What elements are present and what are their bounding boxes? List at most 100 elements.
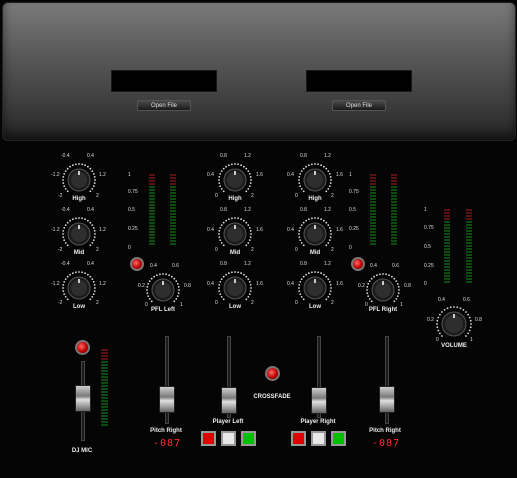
center-right-high-knob[interactable] [296, 161, 334, 199]
tick: 1.2 [99, 281, 106, 287]
tick: 0.2 [138, 283, 145, 289]
center-right-mid-knob[interactable] [296, 215, 334, 253]
player-right-label: Player Right [300, 419, 336, 425]
meter-scale-tick: 0 [349, 245, 352, 251]
crossfade-led-button[interactable] [265, 366, 280, 381]
center-right-low-knob[interactable] [296, 269, 334, 307]
tick: 0.4 [207, 227, 214, 233]
left-high-knob[interactable] [60, 161, 98, 199]
right-deck-display [306, 70, 412, 92]
tick: 0 [295, 300, 298, 306]
pfl-left-knob[interactable] [144, 271, 182, 309]
center-left-mid-knob[interactable] [216, 215, 254, 253]
pfl-left-led-button[interactable] [130, 257, 144, 271]
pfl-left-label: PFL Left [151, 307, 175, 313]
tick: 0 [215, 193, 218, 199]
tick: 1.2 [244, 153, 251, 159]
tick: -0.4 [61, 153, 70, 159]
pfl-right-knob[interactable] [364, 271, 402, 309]
left-low-label: Low [73, 304, 85, 310]
player-left-stop-button[interactable] [201, 431, 216, 446]
dj-mic-led-button[interactable] [75, 340, 90, 355]
tick: 0.8 [220, 153, 227, 159]
meter-scale-tick: 0.25 [424, 263, 434, 269]
left-low-knob[interactable] [60, 269, 98, 307]
player-right-stop-button[interactable] [291, 431, 306, 446]
tick: -2 [58, 300, 63, 306]
tick: 0.8 [404, 283, 411, 289]
pfl-right-led-button[interactable] [351, 257, 365, 271]
tick: 2 [96, 247, 99, 253]
player-left-play-button[interactable] [241, 431, 256, 446]
player-left-pause-button[interactable] [221, 431, 236, 446]
pitch-right-fader-handle[interactable] [379, 386, 395, 413]
center-left-low-knob[interactable] [216, 269, 254, 307]
meter-scale-tick: 0.5 [424, 244, 431, 250]
pitch-left-fader-handle[interactable] [159, 386, 175, 413]
tick: 1.2 [324, 153, 331, 159]
pitch-right-label: Pitch Right [369, 428, 401, 434]
tick: 0.6 [172, 263, 179, 269]
right-open-file-button[interactable]: Open File [332, 100, 386, 111]
meter-scale-tick: 1 [128, 172, 131, 178]
left-mid-knob[interactable] [60, 215, 98, 253]
tick: 2 [331, 193, 334, 199]
tick: 0 [295, 247, 298, 253]
meter-scale-tick: 1 [349, 172, 352, 178]
tick: 1.6 [256, 172, 263, 178]
tick: 0 [215, 247, 218, 253]
tick: 1.6 [336, 281, 343, 287]
dj-mic-fader-handle[interactable] [75, 385, 91, 412]
tick: 0.4 [207, 281, 214, 287]
tick: -2 [58, 247, 63, 253]
tick: 0.4 [207, 172, 214, 178]
mixer-window: Open File Open File -0.4 0.4 -1.2 1.2 -2… [0, 0, 517, 478]
tick: 0.8 [220, 207, 227, 213]
tick: 1.2 [244, 207, 251, 213]
volume-knob[interactable] [434, 304, 474, 344]
tick: 1.2 [99, 172, 106, 178]
player-left-fader-handle[interactable] [221, 387, 237, 414]
tick: 2 [251, 193, 254, 199]
tick: 1.2 [324, 261, 331, 267]
tick: 0 [215, 300, 218, 306]
pitch-left-label: Pitch Right [150, 428, 182, 434]
tick: 0.4 [287, 172, 294, 178]
player-right-pause-button[interactable] [311, 431, 326, 446]
meter-scale-tick: 0.75 [128, 189, 138, 195]
left-vu-meter-r [170, 174, 176, 248]
center-left-mid-label: Mid [229, 250, 241, 256]
meter-scale-tick: 1 [424, 207, 427, 213]
meter-scale-tick: 0.5 [128, 207, 135, 213]
tick: 2 [96, 300, 99, 306]
tick: 0.8 [184, 283, 191, 289]
meter-scale-tick: 0.5 [349, 207, 356, 213]
tick: 2 [251, 247, 254, 253]
meter-scale-tick: 0 [424, 281, 427, 287]
tick: 0.8 [300, 207, 307, 213]
left-deck-display [111, 70, 217, 92]
left-open-file-button[interactable]: Open File [137, 100, 191, 111]
crossfade-label: CROSSFADE [253, 394, 291, 400]
meter-scale-tick: 0 [128, 245, 131, 251]
tick: 0.4 [87, 207, 94, 213]
tick: -0.4 [61, 207, 70, 213]
meter-scale-tick: 0.75 [424, 225, 434, 231]
player-right-play-button[interactable] [331, 431, 346, 446]
tick: 0.8 [300, 261, 307, 267]
tick: 0.2 [427, 317, 434, 323]
player-right-fader-handle[interactable] [311, 387, 327, 414]
tick: 0.6 [463, 297, 470, 303]
tick: 1.2 [99, 227, 106, 233]
left-vu-meter-l [149, 174, 155, 248]
tick: -1.2 [51, 172, 60, 178]
center-left-high-label: High [228, 196, 242, 202]
center-left-low-label: Low [229, 304, 241, 310]
tick: 0.8 [300, 153, 307, 159]
pitch-right-readout: -087 [372, 438, 401, 449]
tick: 1.6 [256, 227, 263, 233]
tick: 0.4 [87, 261, 94, 267]
tick: 1.2 [244, 261, 251, 267]
center-left-high-knob[interactable] [216, 161, 254, 199]
tick: 0.8 [475, 317, 482, 323]
